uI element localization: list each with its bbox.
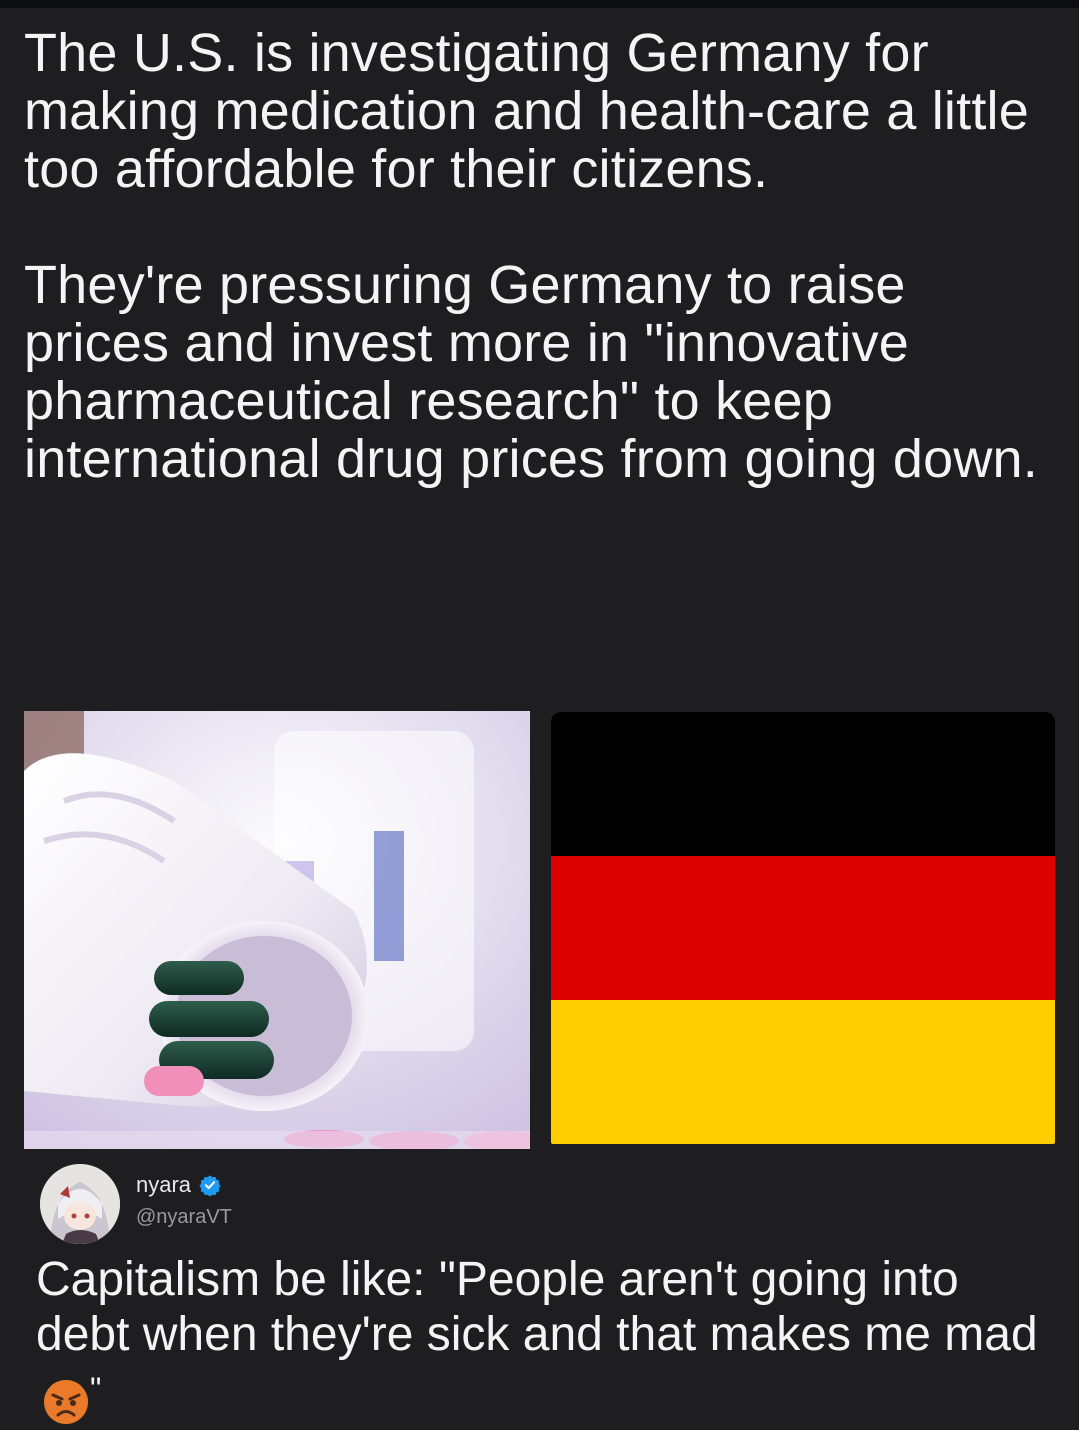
post-paragraph-1: The U.S. is investigating Germany for ma…	[24, 23, 1029, 199]
flag-stripe-black	[551, 712, 1055, 856]
author-name: nyara	[136, 1172, 192, 1197]
avatar-image	[40, 1164, 120, 1244]
avatar[interactable]	[40, 1164, 120, 1244]
flag-stripe-red	[551, 856, 1055, 1000]
tweet-author[interactable]: nyara	[136, 1172, 221, 1198]
flag-stripe-gold	[551, 1000, 1055, 1144]
german-flag[interactable]	[551, 712, 1055, 1144]
pill-bottle-illustration	[24, 711, 530, 1149]
post-text: The U.S. is investigating Germany for ma…	[24, 24, 1064, 488]
angry-face-icon	[44, 1380, 88, 1424]
closing-quote: "	[90, 1371, 102, 1407]
pill-bottle-photo[interactable]	[24, 711, 530, 1149]
verified-badge-icon	[199, 1175, 221, 1196]
tweet-text: Capitalism be like: "People aren't going…	[36, 1252, 1056, 1430]
tweet-text-content: Capitalism be like: "People aren't going…	[36, 1253, 1038, 1361]
top-status-bar	[0, 0, 1079, 8]
author-handle[interactable]: @nyaraVT	[136, 1206, 232, 1229]
post-paragraph-2: They're pressuring Germany to raise pric…	[24, 255, 1038, 489]
